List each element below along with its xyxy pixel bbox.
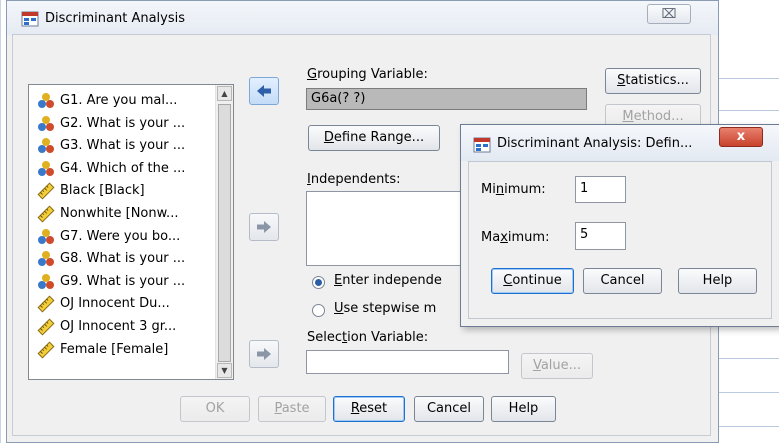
spss-app-icon [473, 137, 491, 153]
sub-cancel-button[interactable]: Cancel [583, 268, 662, 294]
scale-ruler-icon [37, 341, 55, 359]
cancel-button[interactable]: Cancel [414, 396, 484, 422]
nominal-icon [37, 115, 55, 133]
close-button[interactable]: ⌧ [647, 4, 691, 24]
variable-list-item[interactable]: G7. Were you bo... [37, 227, 180, 247]
move-to-grouping-button[interactable] [249, 77, 279, 105]
variable-label: G4. Which of the ... [60, 160, 186, 176]
variable-label: G7. Were you bo... [60, 228, 181, 244]
background-line [710, 426, 779, 427]
title-bar[interactable]: Discriminant Analysis ⌧ [7, 1, 718, 35]
variable-label: G3. What is your ... [60, 138, 186, 154]
nominal-icon [37, 160, 55, 178]
vertical-scrollbar[interactable]: ▲ ▼ [215, 85, 233, 379]
define-range-button[interactable]: Define Range... [308, 125, 440, 151]
maximum-value: 5 [580, 227, 589, 242]
nominal-icon [37, 137, 55, 155]
grouping-variable-value: G6a(? ?) [311, 91, 366, 106]
scroll-thumb[interactable] [218, 104, 231, 362]
variable-list-item[interactable]: G2. What is your ... [37, 114, 185, 134]
sub-dialog-body: Minimum: 1 Maximum: 5 Continue Cancel He… [468, 161, 772, 319]
source-variable-list[interactable]: G1. Are you mal... G2. What is your ... G3… [28, 84, 234, 380]
background-line [710, 392, 779, 393]
close-icon: x [736, 129, 746, 144]
background-line [710, 78, 779, 79]
minimum-value: 1 [580, 181, 589, 196]
variable-label: Nonwhite [Nonw... [60, 206, 179, 221]
variable-list-item[interactable]: Female [Female] [37, 340, 168, 360]
variable-label: Black [Black] [60, 183, 145, 199]
reset-button[interactable]: Reset [333, 396, 405, 422]
variable-list-item[interactable]: Black [Black] [37, 181, 145, 201]
arrow-left-icon [257, 85, 271, 97]
paste-button[interactable]: Paste [258, 396, 326, 422]
scale-ruler-icon [37, 205, 55, 223]
sub-close-button[interactable]: x [719, 127, 763, 147]
independents-list[interactable] [306, 191, 466, 266]
scroll-down-button[interactable]: ▼ [217, 363, 232, 378]
variable-list-item[interactable]: OJ Innocent 3 gr... [37, 317, 176, 337]
move-to-selection-button[interactable] [249, 340, 279, 368]
variable-label: Female [Female] [60, 341, 169, 357]
scroll-up-button[interactable]: ▲ [217, 86, 232, 101]
nominal-icon [37, 250, 55, 268]
scale-ruler-icon [37, 182, 55, 200]
continue-button[interactable]: Continue [491, 268, 574, 294]
variable-list-item[interactable]: G3. What is your ... [37, 136, 185, 156]
maximum-input[interactable]: 5 [575, 222, 626, 250]
variable-list-item[interactable]: G8. What is your ... [37, 249, 185, 269]
background-line [710, 110, 779, 111]
variable-label: OJ Innocent Du... [60, 296, 170, 312]
spss-app-icon [21, 11, 39, 27]
move-to-independents-button[interactable] [249, 213, 279, 241]
sub-title-bar[interactable]: Discriminant Analysis: Defin... x [461, 125, 779, 161]
arrow-right-icon [257, 221, 271, 233]
background-window-edge [0, 0, 1, 443]
use-stepwise-radio[interactable] [312, 304, 325, 317]
nominal-icon [37, 92, 55, 110]
statistics-button[interactable]: Statistics... [605, 68, 701, 94]
scale-ruler-icon [37, 295, 55, 313]
define-range-dialog: Discriminant Analysis: Defin... x Minimu… [460, 124, 779, 327]
independents-label: Independents: [307, 172, 401, 187]
enter-independents-radio[interactable] [312, 276, 325, 289]
help-button[interactable]: Help [491, 396, 556, 422]
use-stepwise-label: Use stepwise m [334, 301, 437, 316]
ok-button[interactable]: OK [180, 396, 250, 422]
maximum-label: Maximum: [481, 230, 550, 245]
grouping-variable-field[interactable]: G6a(? ?) [306, 88, 587, 110]
variable-list-item[interactable]: Nonwhite [Nonw... [37, 204, 178, 224]
variable-list-item[interactable]: OJ Innocent Du... [37, 294, 170, 314]
enter-independents-label: Enter independe [334, 273, 442, 288]
variable-list-item[interactable]: G9. What is your ... [37, 272, 185, 292]
variable-list-item[interactable]: G1. Are you mal... [37, 91, 177, 111]
dialog-title: Discriminant Analysis [45, 11, 186, 26]
arrow-right-icon [257, 348, 271, 360]
close-icon: ⌧ [661, 7, 677, 22]
selection-variable-label: Selection Variable: [307, 330, 429, 345]
selection-variable-field[interactable] [306, 350, 509, 374]
minimum-input[interactable]: 1 [575, 176, 626, 203]
value-button[interactable]: Value... [521, 353, 593, 379]
nominal-icon [37, 273, 55, 291]
variable-label: G1. Are you mal... [60, 93, 178, 108]
sub-help-button[interactable]: Help [678, 268, 757, 294]
grouping-variable-label: Grouping Variable: [307, 67, 428, 82]
variable-label: OJ Innocent 3 gr... [60, 319, 177, 334]
variable-list-item[interactable]: G4. Which of the ... [37, 159, 185, 179]
nominal-icon [37, 228, 55, 246]
minimum-label: Minimum: [481, 182, 546, 197]
variable-label: G8. What is your ... [60, 251, 186, 267]
background-line [710, 358, 779, 359]
sub-dialog-title: Discriminant Analysis: Defin... [497, 136, 693, 151]
variable-label: G2. What is your ... [60, 115, 186, 131]
variable-label: G9. What is your ... [60, 273, 186, 289]
scale-ruler-icon [37, 318, 55, 336]
